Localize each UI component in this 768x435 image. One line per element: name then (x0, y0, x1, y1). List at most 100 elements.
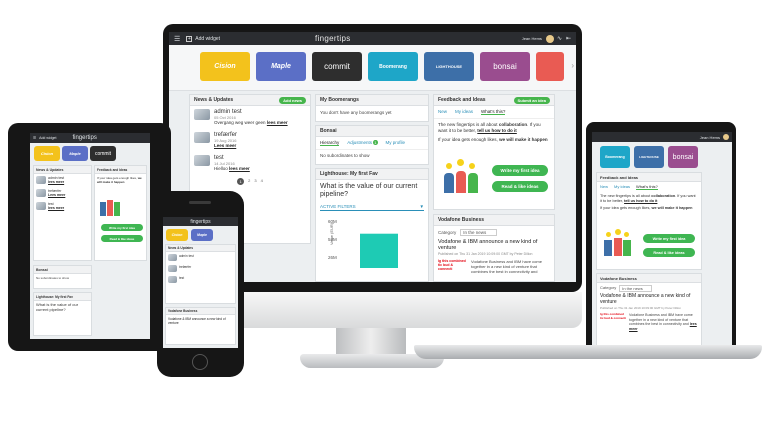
list-item[interactable]: admin test lees meer (36, 176, 89, 184)
news-thumbnail (194, 109, 210, 120)
tile-maple[interactable]: Maple (191, 229, 213, 241)
feedback-tabs: New My ideas What's this? (597, 182, 701, 192)
article-headline[interactable]: Vodafone & IBM announce a new kind of ve… (166, 315, 235, 327)
add-news-button[interactable]: Add news (279, 96, 306, 104)
tile-commit[interactable]: commit (90, 146, 116, 161)
category-select[interactable]: In the news (460, 229, 498, 236)
tile-boomerang[interactable]: Boomerang (368, 52, 418, 81)
avatar[interactable] (545, 34, 554, 43)
phone-top-bar: fingertips (163, 217, 238, 226)
tile-commit[interactable]: commit (312, 52, 362, 81)
add-widget-button[interactable]: Add widget (195, 36, 220, 42)
read-more-link[interactable]: Lees meer (48, 193, 65, 197)
tab-my-ideas[interactable]: My ideas (614, 184, 630, 190)
boomerangs-widget: My Boomerangs You don't have any boomera… (315, 94, 429, 122)
menu-icon[interactable]: ☰ (174, 35, 180, 43)
add-widget-button[interactable]: Add widget (39, 136, 56, 140)
pagination: 1 2 3 4 (194, 178, 306, 185)
tile-lighthouse[interactable]: LIGHTHOUSE (634, 146, 664, 168)
category-select[interactable]: In the news (619, 285, 652, 292)
menu-icon[interactable]: ☰ (33, 136, 36, 140)
tile-bar: Cision Maple commit Boomerang LIGHTHOUSE… (169, 45, 576, 91)
tablet-top-bar: ☰ Add widget fingertips (30, 133, 150, 143)
tile-cision[interactable]: Cision (166, 229, 188, 241)
tab-whats-this[interactable]: What's this? (636, 184, 658, 190)
boomerangs-title: My Boomerangs (320, 97, 359, 103)
tile-maple[interactable]: Maple (62, 146, 88, 161)
list-item[interactable]: test (168, 276, 233, 283)
vodafone-header: Vodafone Business (166, 308, 235, 315)
page-2[interactable]: 2 (248, 178, 250, 185)
news-header: News & Updates (166, 245, 235, 252)
lighthouse-title: Lighthouse: My first Fav (320, 171, 378, 177)
list-item[interactable]: admin test 05 Oct 2016 Overgang weg weer… (194, 109, 306, 125)
tile-bonsai[interactable]: bonsai (668, 146, 698, 168)
people-illustration (603, 229, 633, 259)
active-filters-bar[interactable]: ACTIVE FILTERS ▼ (320, 204, 424, 211)
tab-hierarchy[interactable]: Hierarchy (320, 140, 340, 146)
chevron-down-icon[interactable]: ▼ (420, 204, 424, 209)
pipeline-bar[interactable] (360, 233, 398, 268)
news-text: Hielloo lees meer (214, 166, 250, 171)
article-headline[interactable]: Vodafone & IBM announce a new kind of ve… (434, 239, 554, 251)
list-item[interactable]: trefærfer (168, 265, 233, 272)
read-more-link[interactable]: Lees meer (214, 143, 236, 148)
feedback-intro: The new fingertips is all about collabor… (600, 194, 696, 203)
list-item[interactable]: test 14 Jul 2016 Hielloo lees meer (194, 155, 306, 171)
chevron-right-icon[interactable]: › (571, 61, 574, 70)
lighthouse-widget: Lighthouse: My first Fav What is the val… (33, 292, 92, 336)
news-author: test (179, 276, 185, 280)
feedback-intro: The new fingertips is all about collabor… (438, 122, 541, 133)
add-widget-icon[interactable]: + (186, 35, 193, 42)
tab-adjustments[interactable]: Adjustments 1 (347, 140, 378, 146)
user-name[interactable]: Jean Hems (700, 135, 720, 140)
write-idea-button[interactable]: Write my first idea (492, 165, 548, 176)
tile-maple[interactable]: Maple (256, 52, 306, 81)
home-button[interactable] (192, 354, 208, 370)
list-item[interactable]: trefærfer Lees meer (36, 189, 89, 197)
tile-extra[interactable] (536, 52, 564, 81)
tab-new[interactable]: New (600, 184, 608, 190)
tile-bonsai[interactable]: bonsai (480, 52, 530, 81)
tile-lighthouse[interactable]: LIGHTHOUSE (424, 52, 474, 81)
list-item[interactable]: test lees meer (36, 202, 89, 210)
category-row: Category In the news (434, 226, 554, 239)
tile-boomerang[interactable]: Boomerang (600, 146, 630, 168)
avatar[interactable] (723, 134, 729, 140)
article-body-row: Ig this combined tic bud & connecti Voda… (434, 257, 554, 279)
tell-us-link[interactable]: tell us how to do it (477, 128, 517, 133)
tell-us-link[interactable]: tell us how to do it (624, 199, 657, 203)
logout-icon[interactable]: ⇤ (566, 35, 571, 42)
page-4[interactable]: 4 (261, 178, 263, 185)
page-3[interactable]: 3 (254, 178, 256, 185)
tick-label: 26M (328, 255, 337, 260)
submit-idea-button[interactable]: Submit an idea (513, 96, 550, 104)
read-more-link[interactable]: lees meer (267, 120, 288, 125)
tab-whats-this[interactable]: What's this? (481, 109, 506, 115)
feedback-header: Feedback and Ideas (95, 166, 146, 174)
article-headline[interactable]: Vodafone & IBM announce a new kind of ve… (597, 293, 701, 305)
news-title: News & Updates (194, 97, 234, 103)
app-logo: fingertips (72, 135, 97, 141)
read-more-link[interactable]: lees meer (48, 206, 64, 210)
read-ideas-button[interactable]: Read & like ideas (643, 248, 695, 257)
waves-icon[interactable]: ∿ (557, 35, 562, 42)
tile-cision[interactable]: Cision (34, 146, 60, 161)
list-item[interactable]: trefærfer 19 Aug 2016 Lees meer (194, 132, 306, 148)
user-name[interactable]: Jean Hems (522, 36, 542, 41)
page-1[interactable]: 1 (237, 178, 245, 185)
read-ideas-button[interactable]: Read & like ideas (101, 235, 143, 242)
news-thumbnail (194, 155, 210, 166)
people-illustration (99, 196, 121, 218)
read-ideas-button[interactable]: Read & like ideas (492, 181, 548, 192)
tab-new[interactable]: New (438, 109, 447, 115)
read-more-link[interactable]: lees meer (48, 180, 64, 184)
write-idea-button[interactable]: Write my first idea (101, 224, 143, 231)
tab-my-profile[interactable]: My profile (386, 140, 406, 146)
tab-my-ideas[interactable]: My ideas (455, 109, 473, 115)
tile-cision[interactable]: Cision (200, 52, 250, 81)
write-idea-button[interactable]: Write my first idea (643, 234, 695, 243)
news-title: News & Updates (168, 246, 193, 250)
read-more-link[interactable]: lees meer (229, 166, 250, 171)
list-item[interactable]: admin test (168, 254, 233, 261)
